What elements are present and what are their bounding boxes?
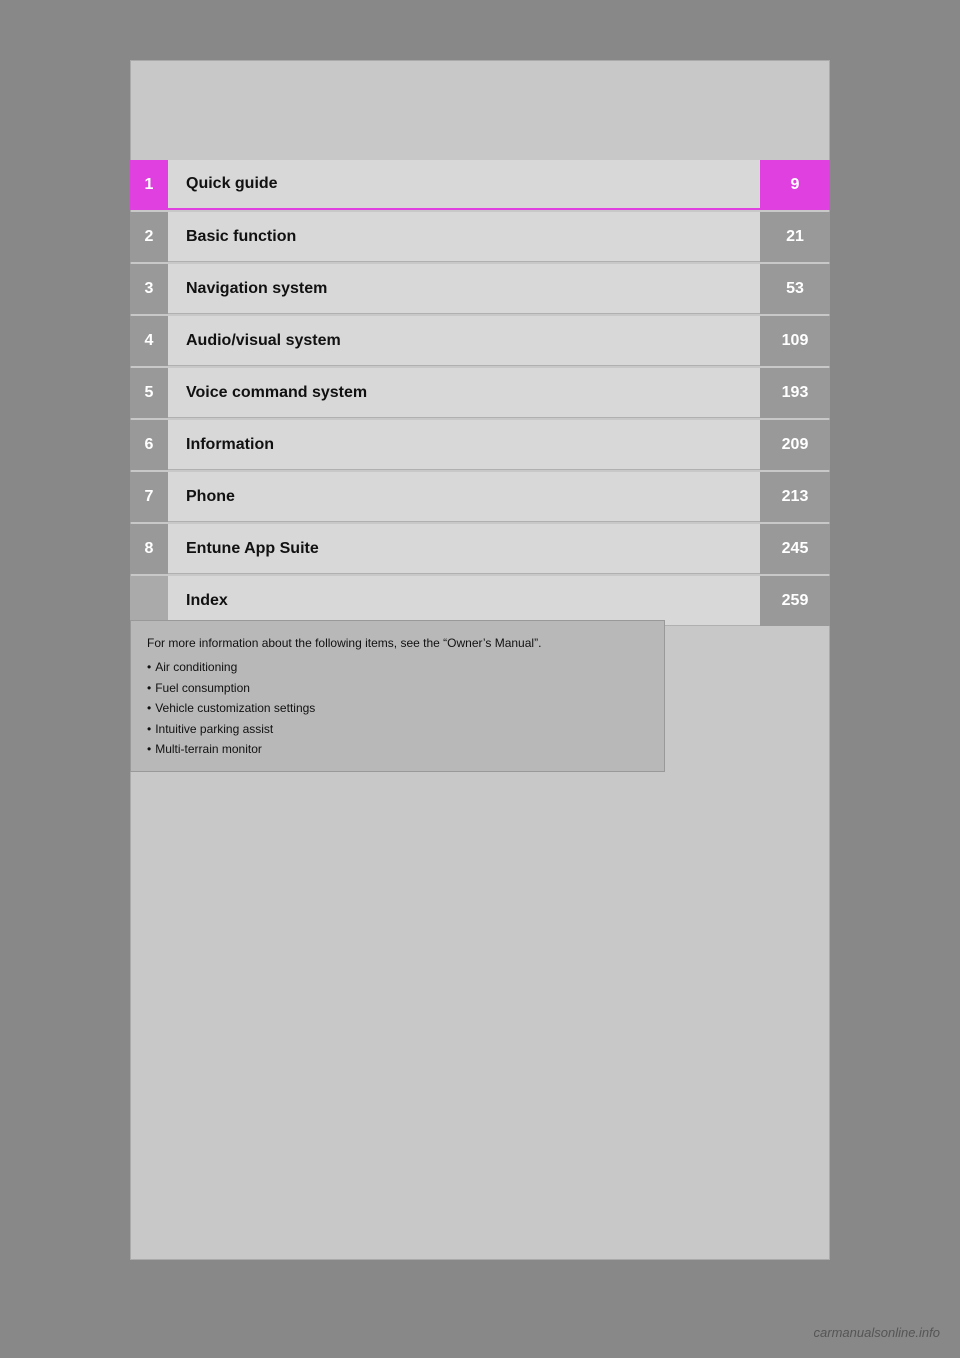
toc-number-4: 4 bbox=[130, 316, 168, 366]
info-box-item-1: •Air conditioning bbox=[147, 657, 648, 677]
toc-title-4: Audio/visual system bbox=[168, 316, 760, 366]
toc-title-2: Basic function bbox=[168, 212, 760, 262]
info-box-item-3: •Vehicle customization settings bbox=[147, 698, 648, 718]
toc-title-6: Information bbox=[168, 420, 760, 470]
toc-row-5[interactable]: 5 Voice command system 193 bbox=[130, 368, 830, 418]
toc-title-5: Voice command system bbox=[168, 368, 760, 418]
toc-row-index[interactable]: Index 259 bbox=[130, 576, 830, 626]
toc-title-index: Index bbox=[168, 576, 760, 626]
toc-number-3: 3 bbox=[130, 264, 168, 314]
toc-title-3: Navigation system bbox=[168, 264, 760, 314]
toc-row-7[interactable]: 7 Phone 213 bbox=[130, 472, 830, 522]
toc-page-2: 21 bbox=[760, 212, 830, 262]
toc-number-8: 8 bbox=[130, 524, 168, 574]
toc-page-4: 109 bbox=[760, 316, 830, 366]
watermark: carmanualsonline.info bbox=[814, 1325, 940, 1340]
toc-number-7: 7 bbox=[130, 472, 168, 522]
toc-row-1[interactable]: 1 Quick guide 9 bbox=[130, 160, 830, 210]
toc-page-1: 9 bbox=[760, 160, 830, 210]
info-box-item-4: •Intuitive parking assist bbox=[147, 719, 648, 739]
toc-title-7: Phone bbox=[168, 472, 760, 522]
toc-page-7: 213 bbox=[760, 472, 830, 522]
info-box-item-5: •Multi-terrain monitor bbox=[147, 739, 648, 759]
toc-page-3: 53 bbox=[760, 264, 830, 314]
toc-title-1: Quick guide bbox=[168, 160, 760, 210]
toc-row-2[interactable]: 2 Basic function 21 bbox=[130, 212, 830, 262]
toc-row-6[interactable]: 6 Information 209 bbox=[130, 420, 830, 470]
toc-number-1: 1 bbox=[130, 160, 168, 210]
toc-row-3[interactable]: 3 Navigation system 53 bbox=[130, 264, 830, 314]
toc-row-4[interactable]: 4 Audio/visual system 109 bbox=[130, 316, 830, 366]
info-box-item-2: •Fuel consumption bbox=[147, 678, 648, 698]
info-box-intro: For more information about the following… bbox=[147, 633, 648, 653]
toc-page-8: 245 bbox=[760, 524, 830, 574]
toc-number-index bbox=[130, 576, 168, 626]
toc-container: 1 Quick guide 9 2 Basic function 21 3 Na… bbox=[130, 160, 830, 628]
toc-page-index: 259 bbox=[760, 576, 830, 626]
toc-number-6: 6 bbox=[130, 420, 168, 470]
toc-page-6: 209 bbox=[760, 420, 830, 470]
toc-title-8: Entune App Suite bbox=[168, 524, 760, 574]
toc-page-5: 193 bbox=[760, 368, 830, 418]
toc-number-5: 5 bbox=[130, 368, 168, 418]
info-box: For more information about the following… bbox=[130, 620, 665, 772]
toc-number-2: 2 bbox=[130, 212, 168, 262]
toc-row-8[interactable]: 8 Entune App Suite 245 bbox=[130, 524, 830, 574]
